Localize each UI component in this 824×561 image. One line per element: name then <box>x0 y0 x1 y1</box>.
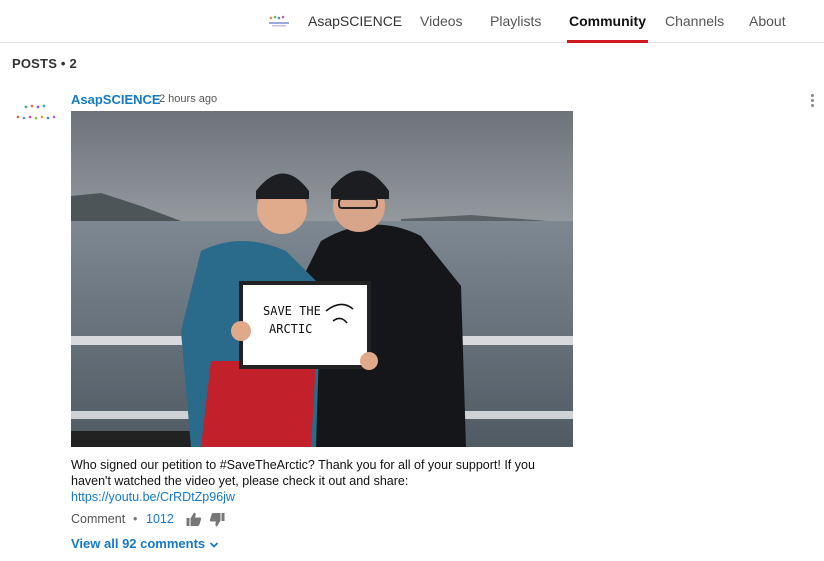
tab-community[interactable]: Community <box>567 0 648 43</box>
thumbs-up-icon[interactable] <box>186 511 202 527</box>
channel-logo-icon[interactable] <box>268 14 290 28</box>
more-vertical-icon[interactable] <box>806 93 818 111</box>
sign-line-1: SAVE THE <box>263 304 321 318</box>
post-text: Who signed our petition to #SaveTheArcti… <box>71 458 535 488</box>
post-author-link[interactable]: AsapSCIENCE <box>71 92 161 107</box>
post-video-link[interactable]: https://youtu.be/CrRDtZp96jw <box>71 489 571 505</box>
posts-count-heading: POSTS • 2 <box>12 56 77 71</box>
view-all-comments-label: View all 92 comments <box>71 536 206 551</box>
chevron-down-icon <box>210 541 219 548</box>
separator-dot: • <box>133 512 138 526</box>
post-timestamp[interactable]: 2 hours ago <box>159 93 217 105</box>
channel-nav-bar: AsapSCIENCE Videos Playlists Community C… <box>0 0 824 43</box>
tab-channels[interactable]: Channels <box>665 0 724 43</box>
sign-line-2: ARCTIC <box>269 322 312 336</box>
tab-about[interactable]: About <box>749 0 786 43</box>
view-all-comments-button[interactable]: View all 92 comments <box>71 536 219 551</box>
post-photo[interactable]: SAVE THE ARCTIC <box>71 111 573 447</box>
thumbs-down-icon[interactable] <box>209 512 225 528</box>
comment-button[interactable]: Comment <box>71 512 125 526</box>
like-count: 1012 <box>146 512 174 526</box>
tab-playlists[interactable]: Playlists <box>490 0 541 43</box>
author-avatar[interactable] <box>14 101 60 125</box>
tab-videos[interactable]: Videos <box>420 0 463 43</box>
tab-channel-home[interactable]: AsapSCIENCE <box>308 0 402 43</box>
post-body: Who signed our petition to #SaveTheArcti… <box>71 457 571 505</box>
